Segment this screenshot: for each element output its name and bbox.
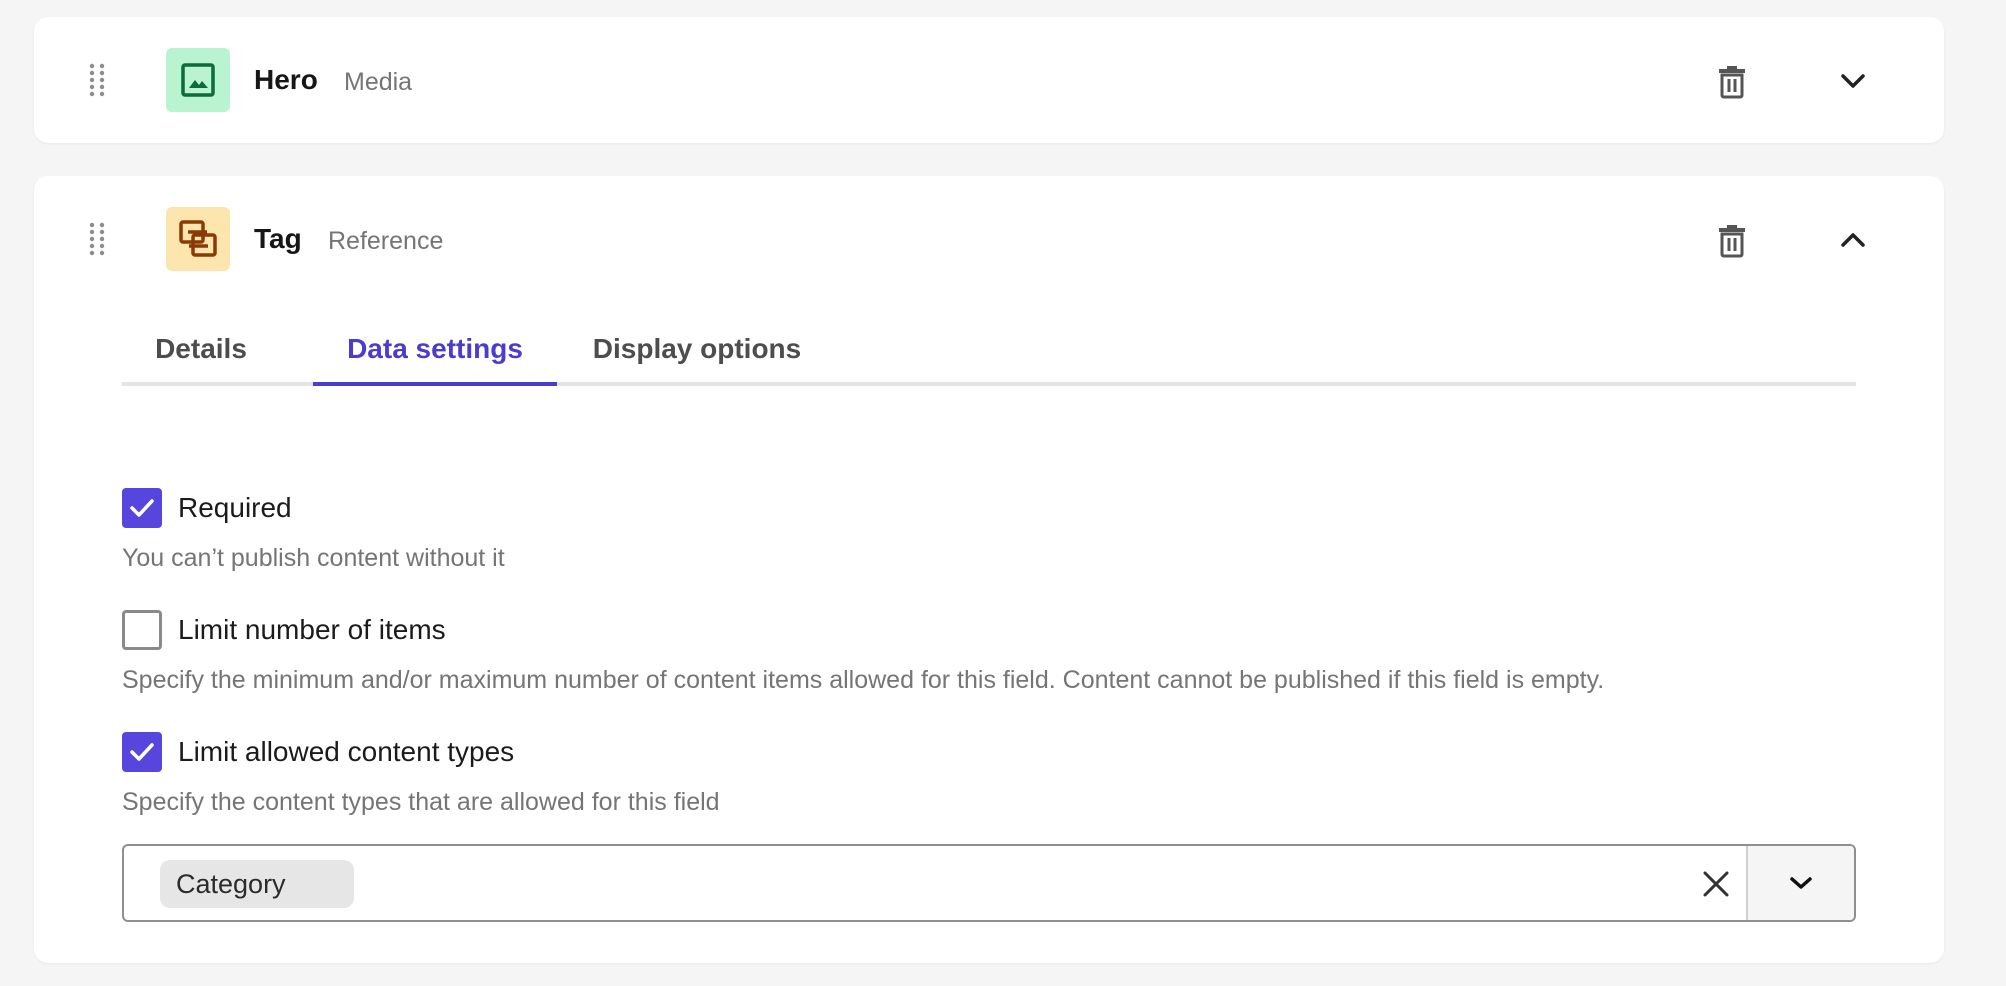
delete-field-button[interactable] [1710, 59, 1754, 103]
trash-icon [1719, 225, 1745, 258]
required-label[interactable]: Required [178, 489, 292, 527]
limit-number-of-items-checkbox[interactable] [122, 610, 162, 650]
chevron-up-icon [1841, 233, 1865, 247]
open-dropdown-button[interactable] [1746, 846, 1854, 920]
selected-content-type-chip[interactable]: Category [160, 860, 354, 908]
field-name: Hero [254, 64, 318, 95]
close-icon [1703, 871, 1729, 897]
drag-handle-icon[interactable] [86, 63, 108, 97]
limit-number-of-items-help-text: Specify the minimum and/or maximum numbe… [122, 666, 1605, 694]
field-type-label: Media [344, 68, 413, 96]
tab-details[interactable]: Details [122, 328, 280, 382]
clear-selection-button[interactable] [1694, 862, 1738, 906]
collapse-field-button[interactable] [1831, 218, 1875, 262]
chip-label: Category [176, 868, 286, 899]
chevron-down-icon [1841, 74, 1865, 88]
limit-number-of-items-label[interactable]: Limit number of items [178, 611, 446, 649]
drag-handle-icon[interactable] [86, 222, 108, 256]
field-card-tag: Tag Reference Details Data settings Disp… [34, 176, 1944, 963]
delete-field-button[interactable] [1710, 218, 1754, 262]
expand-field-button[interactable] [1831, 59, 1875, 103]
image-icon [166, 48, 230, 112]
chevron-down-icon [1790, 877, 1812, 889]
limit-allowed-content-types-label[interactable]: Limit allowed content types [178, 733, 514, 771]
field-settings-tabs: Details Data settings Display options [122, 328, 1856, 386]
tab-display-options[interactable]: Display options [577, 328, 817, 382]
field-header-tag[interactable]: Tag Reference [34, 176, 1944, 302]
limit-allowed-content-types-help-text: Specify the content types that are allow… [122, 788, 720, 816]
field-name: Tag [254, 223, 302, 254]
required-help-text: You can’t publish content without it [122, 544, 505, 572]
checkmark-icon [130, 499, 154, 517]
required-checkbox[interactable] [122, 488, 162, 528]
checkmark-icon [130, 743, 154, 761]
allowed-content-types-select[interactable]: Category [122, 844, 1856, 922]
reference-link-icon [166, 207, 230, 271]
field-card-hero: Hero Media [34, 17, 1944, 143]
field-type-label: Reference [328, 227, 444, 255]
limit-allowed-content-types-checkbox[interactable] [122, 732, 162, 772]
field-header-hero[interactable]: Hero Media [34, 17, 1944, 143]
trash-icon [1719, 66, 1745, 99]
tab-data-settings[interactable]: Data settings [313, 328, 557, 386]
